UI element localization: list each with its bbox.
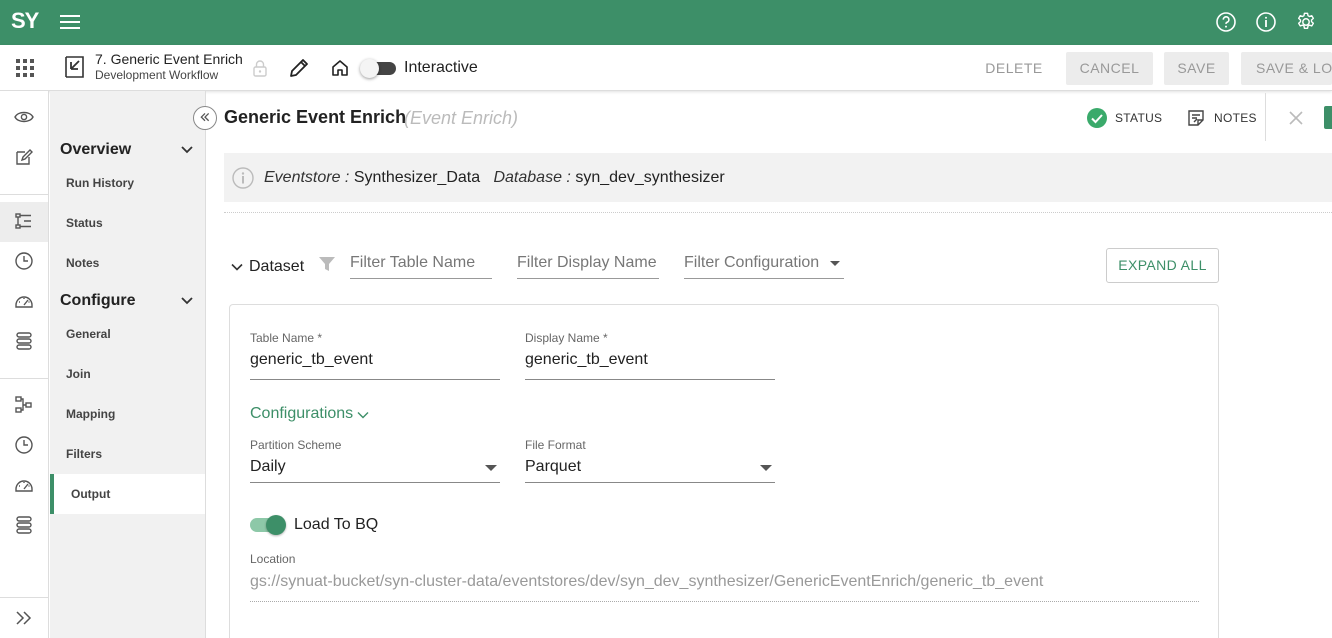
collapse-nav-button[interactable] <box>193 106 217 130</box>
database-icon[interactable] <box>14 331 34 351</box>
dropdown-caret-icon[interactable] <box>485 465 497 471</box>
interactive-label: Interactive <box>404 59 478 76</box>
back-icon[interactable] <box>63 55 87 79</box>
rail-divider <box>0 378 49 379</box>
notes-button[interactable]: NOTES <box>1214 111 1257 125</box>
dropdown-caret-icon[interactable] <box>760 465 772 471</box>
chevron-down-icon[interactable] <box>357 409 369 421</box>
status-button[interactable]: STATUS <box>1115 111 1162 125</box>
check-circle-icon[interactable] <box>1086 107 1108 129</box>
filter-table-name-input[interactable] <box>350 247 492 279</box>
nav-item-notes[interactable]: Notes <box>66 256 99 270</box>
location-label: Location <box>250 552 296 566</box>
dataset-toggle[interactable]: Dataset <box>249 258 304 276</box>
rail-divider <box>0 597 49 598</box>
chevron-down-icon[interactable] <box>180 143 194 157</box>
section-divider <box>224 212 1332 213</box>
load-to-bq-label: Load To BQ <box>294 516 379 533</box>
nav-section-overview[interactable]: Overview <box>60 141 131 159</box>
display-name-field[interactable]: generic_tb_event <box>525 351 648 369</box>
filter-display-name-input[interactable] <box>517 247 659 279</box>
table-name-field[interactable]: generic_tb_event <box>250 351 373 369</box>
pencil-icon[interactable] <box>288 57 310 79</box>
gear-icon[interactable] <box>1295 11 1317 33</box>
home-icon[interactable] <box>330 58 350 78</box>
info-text: Eventstore : Synthesizer_Data Database :… <box>264 169 725 187</box>
database-icon[interactable] <box>14 515 34 535</box>
filter-configuration-placeholder: Filter Configuration <box>684 254 820 271</box>
chevron-down-icon[interactable] <box>231 261 243 273</box>
nav-item-filters[interactable]: Filters <box>66 447 102 461</box>
file-format-label: File Format <box>525 438 586 452</box>
save-button[interactable]: SAVE <box>1164 52 1229 85</box>
confirm-button-edge[interactable] <box>1324 106 1332 129</box>
nav-section-configure[interactable]: Configure <box>60 292 136 310</box>
display-name-label: Display Name * <box>525 331 608 345</box>
flow-icon[interactable] <box>14 211 34 231</box>
workflow-subtitle: Development Workflow <box>95 68 219 82</box>
eventstore-value: Synthesizer_Data <box>353 169 481 186</box>
database-label: Database : <box>493 169 571 186</box>
flow-icon[interactable] <box>14 395 34 415</box>
filter-configuration-select[interactable]: Filter Configuration <box>684 247 844 279</box>
delete-button[interactable]: DELETE <box>968 52 1060 85</box>
load-to-bq-toggle[interactable] <box>250 514 287 536</box>
app-logo[interactable]: SY <box>11 8 39 34</box>
clock-icon[interactable] <box>14 251 34 271</box>
file-format-select[interactable]: Parquet <box>525 458 581 476</box>
lock-icon <box>253 60 267 77</box>
database-value: syn_dev_synthesizer <box>575 169 725 186</box>
nav-item-status[interactable]: Status <box>66 216 103 230</box>
expand-rail-icon[interactable] <box>14 608 34 628</box>
chevron-down-icon[interactable] <box>180 294 194 308</box>
nav-item-run-history[interactable]: Run History <box>66 176 134 190</box>
eye-icon[interactable] <box>14 107 34 127</box>
location-value: gs://synuat-bucket/syn-cluster-data/even… <box>250 573 1044 590</box>
nav-item-output[interactable]: Output <box>71 487 110 501</box>
page-title: Generic Event Enrich <box>224 107 407 127</box>
edit-icon[interactable] <box>14 147 34 167</box>
info-bar: Eventstore : Synthesizer_Data Database :… <box>224 153 1332 202</box>
location-underline <box>250 601 1199 602</box>
table-name-underline <box>250 379 500 380</box>
workflow-title: 7. Generic Event Enrich <box>95 51 243 67</box>
display-name-underline <box>525 379 775 380</box>
cancel-button[interactable]: CANCEL <box>1066 52 1153 85</box>
left-rail <box>0 91 49 638</box>
filter-icon <box>319 257 335 271</box>
configurations-toggle[interactable]: Configurations <box>250 405 353 423</box>
header-divider <box>1265 93 1266 141</box>
nav-item-mapping[interactable]: Mapping <box>66 407 115 421</box>
nav-item-general[interactable]: General <box>66 327 111 341</box>
interactive-toggle[interactable] <box>360 59 397 78</box>
close-icon[interactable] <box>1287 109 1305 127</box>
notes-icon[interactable] <box>1187 109 1205 127</box>
workflow-toolbar: 7. Generic Event Enrich Development Work… <box>0 45 1332 91</box>
partition-scheme-underline <box>250 482 500 483</box>
file-format-underline <box>525 482 775 483</box>
info-icon <box>232 167 254 189</box>
dropdown-caret-icon <box>830 261 840 266</box>
partition-scheme-label: Partition Scheme <box>250 438 342 452</box>
dashboard-icon[interactable] <box>14 291 34 311</box>
side-nav: Overview Run History Status Notes Config… <box>50 91 206 638</box>
dashboard-icon[interactable] <box>14 475 34 495</box>
clock-icon[interactable] <box>14 435 34 455</box>
save-lock-button[interactable]: SAVE & LOCK <box>1241 52 1332 85</box>
top-bar: SY <box>0 0 1332 45</box>
hamburger-icon[interactable] <box>60 12 80 32</box>
table-name-label: Table Name * <box>250 331 323 345</box>
eventstore-label: Eventstore : <box>264 169 350 186</box>
page-subtitle: (Event Enrich) <box>404 108 519 128</box>
rail-divider <box>0 194 49 195</box>
help-icon[interactable] <box>1215 11 1237 33</box>
partition-scheme-select[interactable]: Daily <box>250 458 286 476</box>
expand-all-button[interactable]: EXPAND ALL <box>1106 248 1219 283</box>
apps-icon[interactable] <box>15 58 35 78</box>
nav-item-join[interactable]: Join <box>66 367 91 381</box>
double-chevron-left-icon <box>200 112 210 122</box>
info-icon[interactable] <box>1255 11 1277 33</box>
